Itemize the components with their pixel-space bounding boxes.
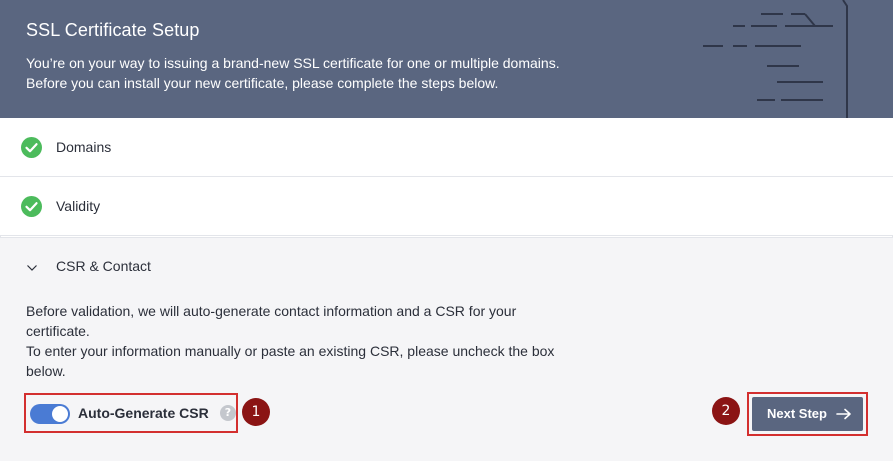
csr-description-line-1: Before validation, we will auto-generate… bbox=[26, 303, 517, 319]
header-description: You’re on your way to issuing a brand-ne… bbox=[26, 53, 666, 93]
step-validity-label: Validity bbox=[56, 198, 101, 214]
page-title: SSL Certificate Setup bbox=[26, 20, 200, 40]
step-csr-contact-label[interactable]: CSR & Contact bbox=[56, 258, 151, 274]
next-step-button[interactable]: Next Step bbox=[752, 397, 863, 431]
csr-description-line-3: To enter your information manually or pa… bbox=[26, 343, 555, 359]
page-header: SSL Certificate Setup You’re on your way… bbox=[0, 0, 893, 118]
help-icon[interactable]: ? bbox=[220, 405, 236, 421]
csr-description-line-2: certificate. bbox=[26, 323, 90, 339]
auto-generate-csr-toggle[interactable] bbox=[30, 404, 70, 424]
step-domains[interactable]: Domains bbox=[0, 118, 893, 177]
auto-generate-csr-label[interactable]: Auto-Generate CSR bbox=[78, 405, 209, 421]
next-step-highlight: Next Step bbox=[747, 392, 868, 436]
toggle-knob bbox=[52, 406, 68, 422]
header-description-line-1: You’re on your way to issuing a brand-ne… bbox=[26, 55, 560, 71]
arrow-right-icon bbox=[836, 408, 851, 420]
header-decoration-graphic bbox=[703, 0, 848, 118]
check-circle-icon bbox=[21, 196, 42, 217]
csr-description-line-4: below. bbox=[26, 363, 66, 379]
step-csr-contact: CSR & Contact Before validation, we will… bbox=[0, 237, 893, 461]
chevron-down-icon[interactable] bbox=[26, 263, 38, 273]
csr-description: Before validation, we will auto-generate… bbox=[26, 301, 606, 381]
auto-generate-highlight: Auto-Generate CSR ? bbox=[24, 393, 238, 433]
step-domains-label: Domains bbox=[56, 139, 112, 155]
annotation-badge-1: 1 bbox=[242, 398, 270, 426]
step-validity[interactable]: Validity bbox=[0, 177, 893, 236]
annotation-badge-2: 2 bbox=[712, 397, 740, 425]
next-step-label: Next Step bbox=[767, 406, 827, 421]
check-circle-icon bbox=[21, 137, 42, 158]
header-description-line-2: Before you can install your new certific… bbox=[26, 75, 499, 91]
